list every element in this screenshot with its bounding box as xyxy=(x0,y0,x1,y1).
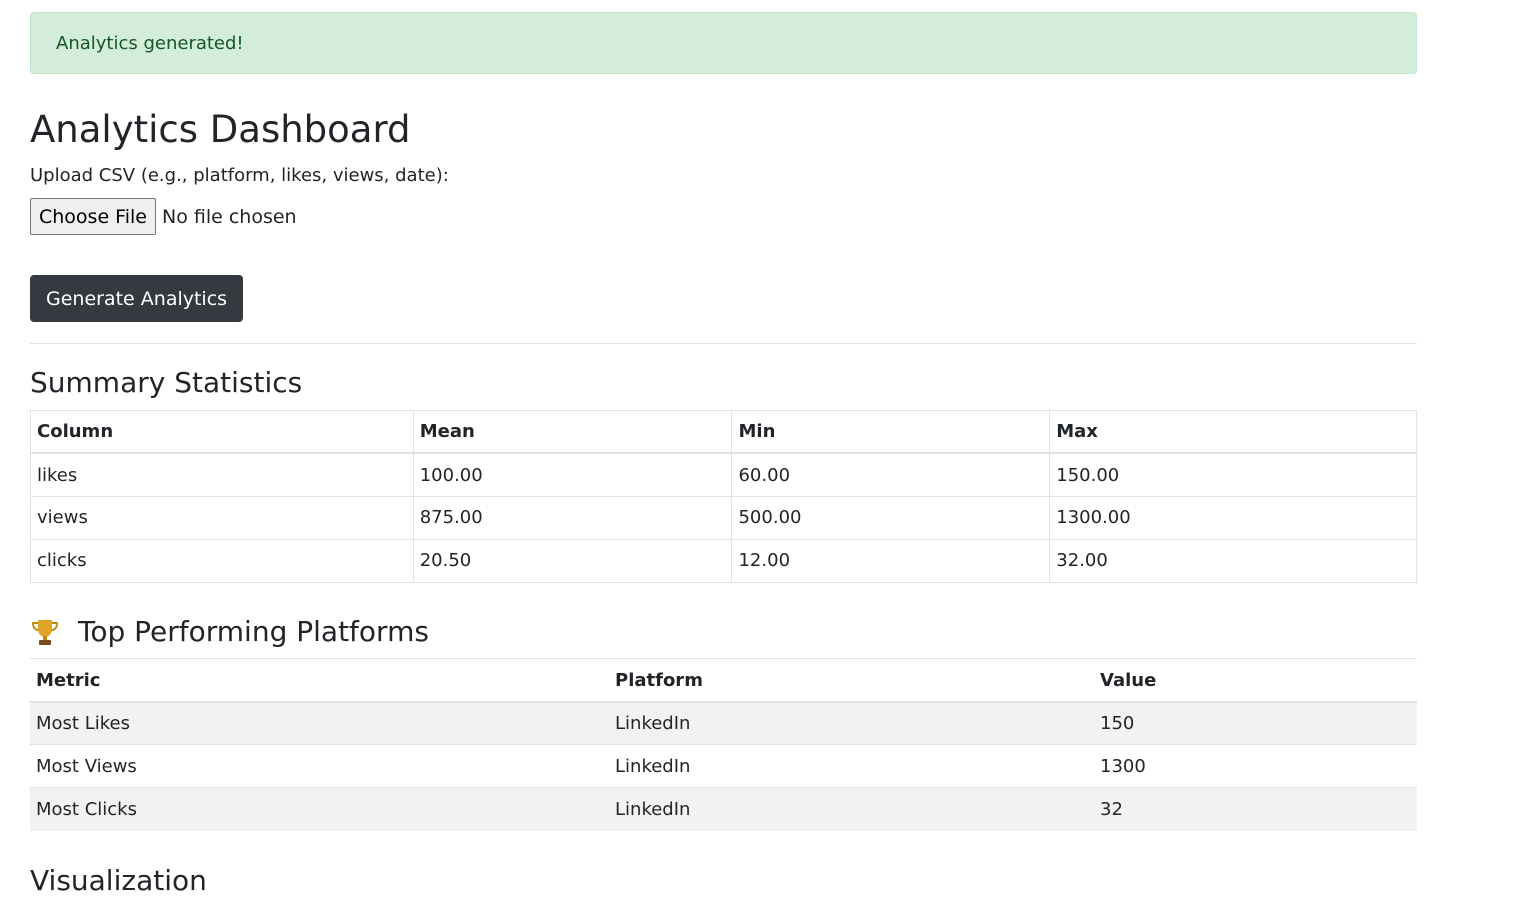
column-header: Column xyxy=(30,409,414,455)
file-status: No file chosen xyxy=(161,205,297,228)
table-cell: 150.00 xyxy=(1049,452,1417,497)
trophy-icon xyxy=(30,617,60,647)
table-cell: Most Likes xyxy=(30,701,609,745)
table-cell: LinkedIn xyxy=(609,787,1094,831)
table-header-row: Column Mean Min Max xyxy=(30,409,1417,455)
summary-table: Column Mean Min Max likes 100.00 60.00 1… xyxy=(30,409,1417,583)
divider xyxy=(30,343,1417,345)
table-header-row: Metric Platform Value xyxy=(30,658,1417,703)
table-cell: LinkedIn xyxy=(609,701,1094,745)
top-platforms-table: Metric Platform Value Most Likes LinkedI… xyxy=(30,658,1417,831)
column-header: Mean xyxy=(412,409,733,455)
summary-title: Summary Statistics xyxy=(30,366,303,400)
table-cell: 1300.00 xyxy=(1049,495,1417,540)
visualization-title: Visualization xyxy=(30,863,207,897)
column-header: Min xyxy=(731,409,1051,455)
alert-message: Analytics generated! xyxy=(56,32,244,54)
table-cell: LinkedIn xyxy=(609,744,1094,788)
table-cell: 1300 xyxy=(1094,744,1417,788)
table-row: views 875.00 500.00 1300.00 xyxy=(30,495,1417,540)
table-cell: 150 xyxy=(1094,701,1417,745)
success-alert: Analytics generated! xyxy=(30,12,1417,74)
column-header: Max xyxy=(1049,409,1417,455)
table-cell: 12.00 xyxy=(731,538,1051,583)
table-cell: clicks xyxy=(30,538,414,583)
column-header: Value xyxy=(1094,658,1417,703)
top-platforms-title-text: Top Performing Platforms xyxy=(78,614,429,648)
generate-analytics-button[interactable]: Generate Analytics xyxy=(30,275,244,323)
choose-file-button[interactable]: Choose File xyxy=(30,198,156,236)
table-cell: Most Views xyxy=(30,744,609,788)
table-cell: 20.50 xyxy=(412,538,733,583)
page-title: Analytics Dashboard xyxy=(30,108,411,151)
table-cell: 60.00 xyxy=(731,452,1051,497)
table-cell: 100.00 xyxy=(412,452,733,497)
table-cell: views xyxy=(30,495,414,540)
table-row: Most Likes LinkedIn 150 xyxy=(30,701,1417,745)
table-cell: likes xyxy=(30,452,414,497)
table-row: clicks 20.50 12.00 32.00 xyxy=(30,538,1417,583)
main-container: Analytics generated! Analytics Dashboard… xyxy=(30,12,1417,898)
file-input[interactable]: Choose File No file chosen xyxy=(30,198,1417,236)
table-cell: 500.00 xyxy=(731,495,1051,540)
table-cell: 32 xyxy=(1094,787,1417,831)
table-cell: Most Clicks xyxy=(30,787,609,831)
table-row: Most Views LinkedIn 1300 xyxy=(30,744,1417,788)
table-row: Most Clicks LinkedIn 32 xyxy=(30,787,1417,831)
table-row: likes 100.00 60.00 150.00 xyxy=(30,452,1417,497)
column-header: Platform xyxy=(609,658,1094,703)
table-cell: 875.00 xyxy=(412,495,733,540)
table-cell: 32.00 xyxy=(1049,538,1417,583)
upload-label: Upload CSV (e.g., platform, likes, views… xyxy=(30,164,449,186)
column-header: Metric xyxy=(30,658,609,703)
top-platforms-title: Top Performing Platforms xyxy=(30,615,1417,649)
